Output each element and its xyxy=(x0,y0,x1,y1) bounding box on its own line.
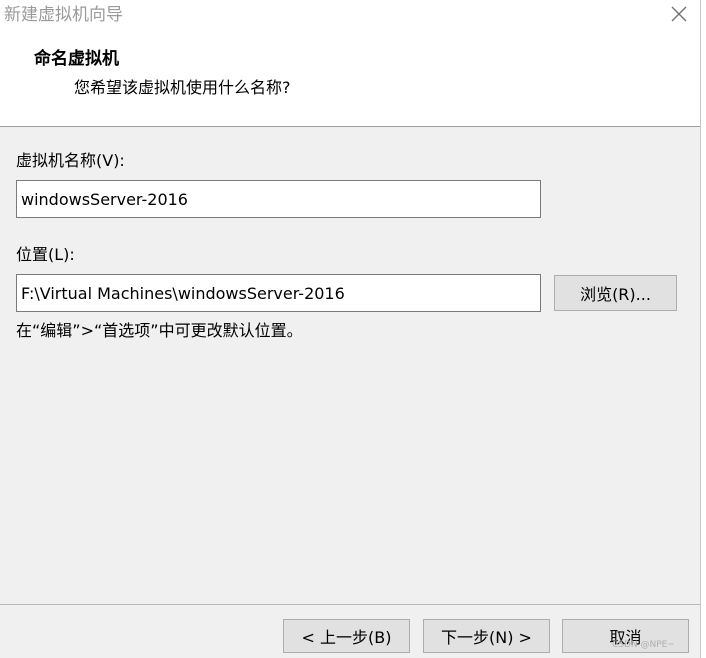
browse-button[interactable]: 浏览(R)... xyxy=(554,275,677,311)
wizard-header: 命名虚拟机 您希望该虚拟机使用什么名称? xyxy=(0,30,700,126)
close-icon xyxy=(664,2,694,28)
location-label: 位置(L): xyxy=(16,245,75,264)
watermark: CSDN @NPE~ xyxy=(612,640,675,650)
location-hint: 在“编辑”>“首选项”中可更改默认位置。 xyxy=(16,321,303,340)
back-button[interactable]: < 上一步(B) xyxy=(283,619,410,653)
vm-name-input[interactable] xyxy=(16,180,541,218)
wizard-footer: < 上一步(B) 下一步(N) > 取消 xyxy=(0,605,700,658)
close-button[interactable] xyxy=(664,2,694,28)
window-right-edge xyxy=(700,0,706,658)
next-button[interactable]: 下一步(N) > xyxy=(423,619,550,653)
title-bar: 新建虚拟机向导 xyxy=(0,0,700,30)
wizard-content: 虚拟机名称(V): 位置(L): 浏览(R)... 在“编辑”>“首选项”中可更… xyxy=(0,127,700,604)
page-subtitle: 您希望该虚拟机使用什么名称? xyxy=(74,78,291,97)
vm-name-label: 虚拟机名称(V): xyxy=(16,151,125,170)
window-title: 新建虚拟机向导 xyxy=(4,5,123,25)
page-title: 命名虚拟机 xyxy=(34,49,119,69)
location-input[interactable] xyxy=(16,274,541,312)
